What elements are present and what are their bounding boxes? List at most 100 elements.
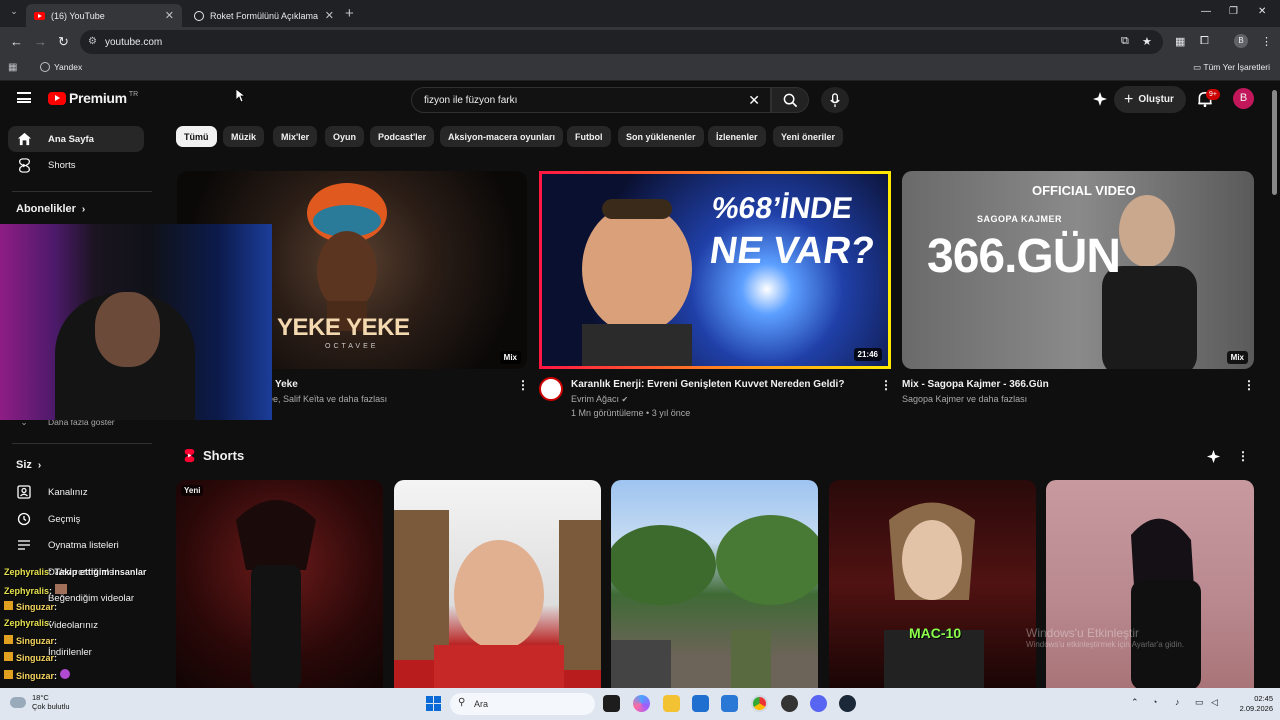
bookmark-yandex[interactable]: Yandex	[40, 62, 82, 72]
all-bookmarks-folder[interactable]: ▭ Tüm Yer İşaretleri	[1193, 62, 1270, 73]
create-button[interactable]: + Oluştur	[1114, 86, 1186, 113]
menu-icon[interactable]	[17, 92, 31, 103]
account-avatar[interactable]: B	[1233, 88, 1254, 109]
sidebar-item-home[interactable]: Ana Sayfa	[8, 126, 144, 152]
short-thumbnail[interactable]	[611, 480, 818, 688]
page-scrollbar[interactable]	[1272, 90, 1277, 195]
search-button[interactable]	[771, 87, 809, 113]
discord-icon[interactable]	[810, 695, 827, 712]
video-thumbnail[interactable]: OFFICIAL VIDEO SAGOPA KAJMER 366.GÜN Mix	[902, 171, 1254, 369]
shorts-icon	[16, 157, 32, 173]
short-caption: MAC-10	[909, 625, 962, 641]
browser-profile-avatar[interactable]: B	[1234, 34, 1248, 48]
extensions-icon[interactable]: ⧠	[1200, 35, 1209, 48]
store-icon[interactable]	[692, 695, 709, 712]
chat-user: Singuzar	[16, 671, 55, 681]
close-window-icon[interactable]: ✕	[1258, 6, 1266, 17]
taskbar-search-input[interactable]: ⚲ Ara	[450, 693, 595, 715]
tab-chatgpt[interactable]: Roket Formülünü Açıklama ✕	[186, 4, 342, 27]
chip-watched[interactable]: İzlenenler	[708, 126, 766, 147]
tab-search-icon[interactable]: ⌄	[6, 6, 22, 22]
chip-recently-uploaded[interactable]: Son yüklenenler	[618, 126, 704, 147]
clear-search-icon[interactable]: ✕	[748, 92, 760, 109]
apps-grid-icon[interactable]: ▦	[8, 62, 17, 73]
new-tab-button[interactable]: +	[345, 5, 354, 22]
chrome-icon[interactable]	[751, 695, 768, 712]
video-title[interactable]: Karanlık Enerji: Evreni Genişleten Kuvve…	[571, 379, 844, 390]
youtube-logo[interactable]: Premium TR	[48, 90, 138, 106]
sidebar-divider	[12, 191, 152, 192]
copilot-icon[interactable]	[633, 695, 650, 712]
reload-button[interactable]: ↻	[58, 34, 69, 50]
chip-all[interactable]: Tümü	[176, 126, 217, 147]
chip-football[interactable]: Futbol	[567, 126, 611, 147]
you-heading[interactable]: Siz ›	[16, 459, 41, 471]
file-explorer-icon[interactable]	[663, 695, 680, 712]
outlook-icon[interactable]	[721, 695, 738, 712]
sidebar-item-channel[interactable]: Kanalınız	[8, 479, 144, 505]
bookmark-star-icon[interactable]: ★	[1142, 35, 1152, 48]
search-input[interactable]: fizyon ile füzyon farkı ✕	[411, 87, 771, 113]
obs-icon[interactable]	[781, 695, 798, 712]
display-icon[interactable]: ▭	[1195, 697, 1204, 708]
video-more-icon[interactable]: ⋮	[880, 378, 892, 392]
microphone-tray-icon[interactable]: ♪	[1175, 697, 1180, 707]
chip-action-adventure[interactable]: Aksiyon-macera oyunları	[440, 126, 564, 147]
sparkle-icon[interactable]	[1206, 449, 1221, 464]
short-thumbnail[interactable]	[394, 480, 601, 688]
voice-search-button[interactable]	[821, 87, 849, 113]
close-tab-icon[interactable]: ✕	[325, 9, 334, 22]
url-field[interactable]: ⚙ youtube.com	[80, 30, 1163, 54]
back-button[interactable]: ←	[10, 34, 23, 49]
windows-start-icon[interactable]	[426, 696, 441, 711]
sparkle-icon[interactable]	[1092, 91, 1108, 107]
short-thumbnail[interactable]: Yeni	[176, 480, 383, 688]
network-icon[interactable]: ◔	[1152, 697, 1157, 707]
close-tab-icon[interactable]: ✕	[165, 9, 174, 22]
video-thumbnail[interactable]: %68’İNDE NE VAR? 21:46	[539, 171, 891, 369]
taskbar-clock[interactable]: 02:45 2.09.2026	[1223, 694, 1273, 714]
chat-message: Zephyralis:	[4, 618, 52, 628]
video-channel[interactable]: Evrim Ağacı ✔	[571, 394, 628, 404]
channel-avatar[interactable]	[539, 377, 563, 401]
video-title[interactable]: Mix - Sagopa Kajmer - 366.Gün	[902, 379, 1049, 390]
url-text: youtube.com	[105, 36, 163, 48]
volume-icon[interactable]: ◁	[1211, 697, 1218, 708]
weather-widget[interactable]: 18°C Çok bulutlu	[10, 693, 70, 711]
chip-music[interactable]: Müzik	[223, 126, 265, 147]
subscriptions-heading[interactable]: Abonelikler ›	[16, 203, 85, 215]
sidebar-item-playlists[interactable]: Oynatma listeleri	[8, 532, 144, 558]
chip-mixes[interactable]: Mix'ler	[273, 126, 318, 147]
install-app-icon[interactable]: ⧉	[1121, 35, 1129, 48]
chip-gaming[interactable]: Oyun	[325, 126, 365, 147]
logo-text: Premium	[69, 90, 127, 106]
video-channel[interactable]: ee, Salif Keïta ve daha fazlası	[268, 394, 387, 404]
chip-podcasts[interactable]: Podcast'ler	[370, 126, 435, 147]
shorts-more-icon[interactable]: ⋮	[1237, 449, 1249, 463]
video-title[interactable]: Yeke	[275, 379, 298, 390]
tab-youtube[interactable]: (16) YouTube ✕	[26, 4, 182, 27]
chat-message: Zephyralis: Takip ettiğim insanlar	[4, 567, 146, 577]
tray-chevron-up-icon[interactable]: ⌃	[1131, 697, 1139, 708]
playlist-icon	[16, 537, 32, 553]
minimize-icon[interactable]: —	[1201, 6, 1211, 17]
steam-icon[interactable]	[839, 695, 856, 712]
forward-button[interactable]: →	[34, 34, 47, 49]
chip-new-to-you[interactable]: Yeni öneriler	[773, 126, 844, 147]
browser-menu-icon[interactable]: ⋮	[1261, 35, 1272, 48]
short-thumbnail[interactable]: MAC-10	[829, 480, 1036, 688]
site-info-icon[interactable]: ⚙	[88, 36, 97, 47]
sidebar-item-shorts[interactable]: Shorts	[8, 152, 144, 178]
chat-text: : Takip ettiğim insanlar	[49, 567, 147, 577]
video-more-icon[interactable]: ⋮	[517, 378, 529, 392]
notification-count-badge: 9+	[1206, 89, 1220, 100]
reading-icon[interactable]: ▦	[1175, 35, 1185, 48]
video-more-icon[interactable]: ⋮	[1243, 378, 1255, 392]
task-view-icon[interactable]	[603, 695, 620, 712]
video-channel[interactable]: Sagopa Kajmer ve daha fazlası	[902, 394, 1027, 404]
sidebar-item-history[interactable]: Geçmiş	[8, 506, 144, 532]
chat-text: :	[54, 636, 58, 646]
restore-icon[interactable]: ❐	[1229, 6, 1238, 17]
short-thumbnail[interactable]	[1046, 480, 1254, 688]
shorts-heading: Shorts	[183, 448, 244, 463]
